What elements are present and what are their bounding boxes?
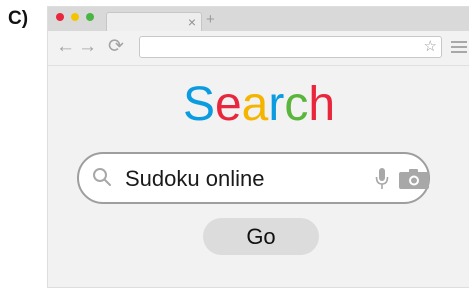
browser-toolbar: ← → ⟳ ☆ (48, 31, 469, 66)
logo-letter: a (241, 78, 269, 131)
forward-arrow-icon[interactable]: → (78, 37, 97, 57)
search-logo: Search (48, 77, 469, 133)
browser-window: × + ← → ⟳ ☆ Search Sudoku online Go (47, 6, 469, 288)
browser-tab[interactable]: × (106, 12, 202, 31)
search-query-text: Sudoku online (125, 166, 265, 191)
magnifier-icon (93, 168, 111, 186)
camera-icon[interactable] (399, 169, 429, 189)
address-bar[interactable]: ☆ (139, 36, 442, 58)
new-tab-button[interactable]: + (206, 11, 215, 29)
microphone-icon[interactable] (375, 167, 389, 191)
logo-letter: r (268, 78, 285, 131)
hamburger-menu-icon[interactable] (451, 41, 467, 53)
title-bar: × + (48, 7, 469, 31)
maximize-window-button[interactable] (86, 13, 94, 21)
logo-letter: c (284, 78, 309, 131)
panel-label: C) (8, 8, 29, 29)
go-button[interactable]: Go (203, 218, 319, 255)
reload-icon[interactable]: ⟳ (108, 37, 124, 57)
close-window-button[interactable] (56, 13, 64, 21)
close-tab-icon[interactable]: × (188, 13, 196, 31)
logo-letter: h (308, 78, 336, 131)
back-arrow-icon[interactable]: ← (56, 37, 75, 57)
minimize-window-button[interactable] (71, 13, 79, 21)
logo-letter: S (182, 78, 215, 131)
search-input[interactable]: Sudoku online (77, 152, 430, 204)
logo-letter: e (214, 78, 242, 131)
bookmark-star-icon[interactable]: ☆ (424, 37, 437, 57)
